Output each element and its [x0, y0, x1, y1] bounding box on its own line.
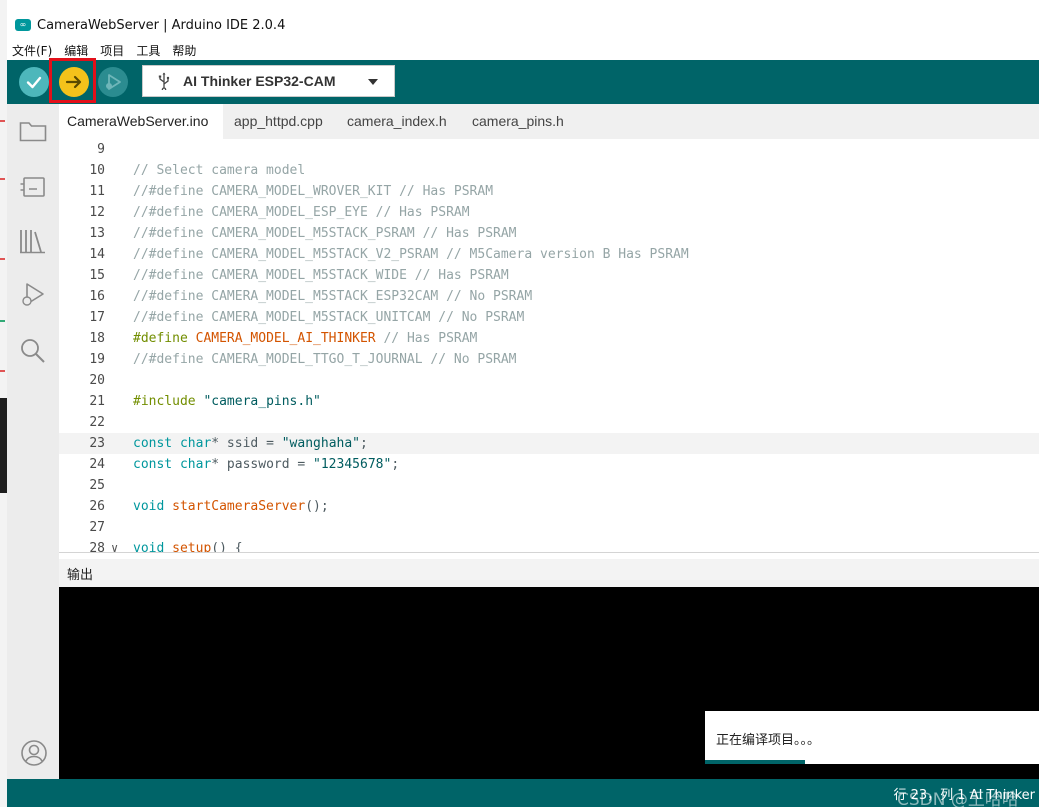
- background-window-strip: [0, 0, 7, 807]
- compile-notification: 正在编译项目。。。: [705, 711, 1039, 764]
- toolbar: AI Thinker ESP32-CAM: [7, 58, 1039, 104]
- code-line[interactable]: 20: [59, 370, 1039, 391]
- menu-help[interactable]: 帮助: [172, 42, 196, 59]
- code-line[interactable]: 25: [59, 475, 1039, 496]
- arduino-ide-window: ∞ CameraWebServer | Arduino IDE 2.0.4 文件…: [7, 10, 1039, 807]
- usb-icon: [157, 72, 171, 90]
- code-text: //#define CAMERA_MODEL_ESP_EYE // Has PS…: [133, 205, 470, 220]
- debug-panel-icon[interactable]: [17, 280, 49, 310]
- code-line[interactable]: 21 #include "camera_pins.h": [59, 391, 1039, 412]
- line-number: 9: [97, 142, 105, 157]
- code-text: #include "camera_pins.h": [133, 394, 321, 409]
- boards-manager-icon[interactable]: [17, 172, 49, 202]
- code-line[interactable]: 9: [59, 139, 1039, 160]
- tab-app-httpd-cpp[interactable]: app_httpd.cpp: [234, 104, 323, 139]
- board-selector[interactable]: AI Thinker ESP32-CAM: [142, 65, 395, 97]
- line-number: 27: [89, 520, 105, 535]
- code-line[interactable]: 11 //#define CAMERA_MODEL_WROVER_KIT // H…: [59, 181, 1039, 202]
- line-number: 18: [89, 331, 105, 346]
- editor-tabs: CameraWebServer.ino app_httpd.cpp camera…: [59, 104, 1039, 139]
- code-line[interactable]: 10 // Select camera model: [59, 160, 1039, 181]
- output-panel-header: 输出: [59, 559, 1039, 587]
- output-label: 输出: [67, 568, 94, 583]
- search-icon[interactable]: [17, 336, 49, 366]
- tab-camerawebserver-ino[interactable]: CameraWebServer.ino: [59, 104, 223, 139]
- code-line[interactable]: 22: [59, 412, 1039, 433]
- code-line[interactable]: 23 const char* ssid = "wanghaha";: [59, 433, 1039, 454]
- code-line[interactable]: 26 void startCameraServer();: [59, 496, 1039, 517]
- line-number: 15: [89, 268, 105, 283]
- code-text: //#define CAMERA_MODEL_M5STACK_WIDE // H…: [133, 268, 509, 283]
- board-name: AI Thinker ESP32-CAM: [183, 73, 336, 89]
- account-icon[interactable]: [18, 737, 50, 769]
- debug-button[interactable]: [98, 67, 128, 97]
- code-text: #define CAMERA_MODEL_AI_THINKER // Has P…: [133, 331, 478, 346]
- code-text: const char* ssid = "wanghaha";: [133, 436, 368, 451]
- line-number: 16: [89, 289, 105, 304]
- line-number: 13: [89, 226, 105, 241]
- fold-chevron-icon[interactable]: ∨: [111, 538, 118, 552]
- code-line[interactable]: 12 //#define CAMERA_MODEL_ESP_EYE // Has …: [59, 202, 1039, 223]
- library-manager-icon[interactable]: [17, 226, 49, 256]
- code-text: //#define CAMERA_MODEL_M5STACK_ESP32CAM …: [133, 289, 533, 304]
- code-line[interactable]: 27: [59, 517, 1039, 538]
- panel-divider[interactable]: [59, 552, 1039, 553]
- window-title: CameraWebServer | Arduino IDE 2.0.4: [37, 17, 286, 33]
- compile-progress-bar: [705, 760, 805, 764]
- line-number: 12: [89, 205, 105, 220]
- code-text: //#define CAMERA_MODEL_WROVER_KIT // Has…: [133, 184, 494, 199]
- menu-edit[interactable]: 编辑: [64, 42, 88, 59]
- arduino-logo-icon: ∞: [15, 19, 31, 31]
- line-number: 21: [89, 394, 105, 409]
- code-line[interactable]: 18 #define CAMERA_MODEL_AI_THINKER // Has…: [59, 328, 1039, 349]
- code-line[interactable]: 13 //#define CAMERA_MODEL_M5STACK_PSRAM /…: [59, 223, 1039, 244]
- line-number: 22: [89, 415, 105, 430]
- code-line[interactable]: 16 //#define CAMERA_MODEL_M5STACK_ESP32CA…: [59, 286, 1039, 307]
- line-number: 25: [89, 478, 105, 493]
- verify-button[interactable]: [19, 67, 49, 97]
- line-number: 19: [89, 352, 105, 367]
- line-number: 24: [89, 457, 105, 472]
- code-editor[interactable]: 9 10 // Select camera model 11 //#define CAM…: [59, 139, 1039, 552]
- code-line[interactable]: 17 //#define CAMERA_MODEL_M5STACK_UNITCAM…: [59, 307, 1039, 328]
- arrow-right-icon: [65, 75, 82, 89]
- sketchbook-folder-icon[interactable]: [17, 116, 49, 146]
- checkmark-icon: [26, 76, 42, 89]
- tab-camera-pins-h[interactable]: camera_pins.h: [472, 104, 564, 139]
- title-bar: ∞ CameraWebServer | Arduino IDE 2.0.4: [7, 10, 1039, 40]
- code-text: void setup() {: [133, 541, 243, 552]
- chevron-down-icon: [368, 79, 378, 85]
- line-number: 17: [89, 310, 105, 325]
- line-number: 10: [89, 163, 105, 178]
- code-text: void startCameraServer();: [133, 499, 329, 514]
- status-bar: 行 23，列 1 AI Thinker: [7, 779, 1039, 807]
- code-line[interactable]: 28 ∨ void setup() {: [59, 538, 1039, 552]
- line-number: 20: [89, 373, 105, 388]
- code-line[interactable]: 14 //#define CAMERA_MODEL_M5STACK_V2_PSRA…: [59, 244, 1039, 265]
- debug-icon: [106, 74, 121, 90]
- line-number: 23: [89, 436, 105, 451]
- tab-camera-index-h[interactable]: camera_index.h: [347, 104, 447, 139]
- menu-file[interactable]: 文件(F): [12, 42, 52, 59]
- menu-tools[interactable]: 工具: [136, 42, 160, 59]
- line-number: 28: [89, 541, 105, 552]
- code-line[interactable]: 15 //#define CAMERA_MODEL_M5STACK_WIDE //…: [59, 265, 1039, 286]
- line-number: 11: [89, 184, 105, 199]
- code-text: //#define CAMERA_MODEL_M5STACK_UNITCAM /…: [133, 310, 525, 325]
- menu-sketch[interactable]: 项目: [100, 42, 124, 59]
- code-text: //#define CAMERA_MODEL_M5STACK_V2_PSRAM …: [133, 247, 689, 262]
- code-text: //#define CAMERA_MODEL_M5STACK_PSRAM // …: [133, 226, 517, 241]
- notification-text: 正在编译项目。。。: [716, 733, 821, 748]
- code-line[interactable]: 19 //#define CAMERA_MODEL_TTGO_T_JOURNAL …: [59, 349, 1039, 370]
- watermark: CSDN @王哈哈: [897, 790, 1019, 807]
- code-text: const char* password = "12345678";: [133, 457, 400, 472]
- upload-button[interactable]: [59, 67, 89, 97]
- code-line[interactable]: 24 const char* password = "12345678";: [59, 454, 1039, 475]
- menu-bar: 文件(F) 编辑 项目 工具 帮助: [7, 40, 1039, 60]
- code-text: // Select camera model: [133, 163, 306, 178]
- line-number: 26: [89, 499, 105, 514]
- code-text: //#define CAMERA_MODEL_TTGO_T_JOURNAL //…: [133, 352, 517, 367]
- line-number: 14: [89, 247, 105, 262]
- activity-bar: [7, 104, 59, 779]
